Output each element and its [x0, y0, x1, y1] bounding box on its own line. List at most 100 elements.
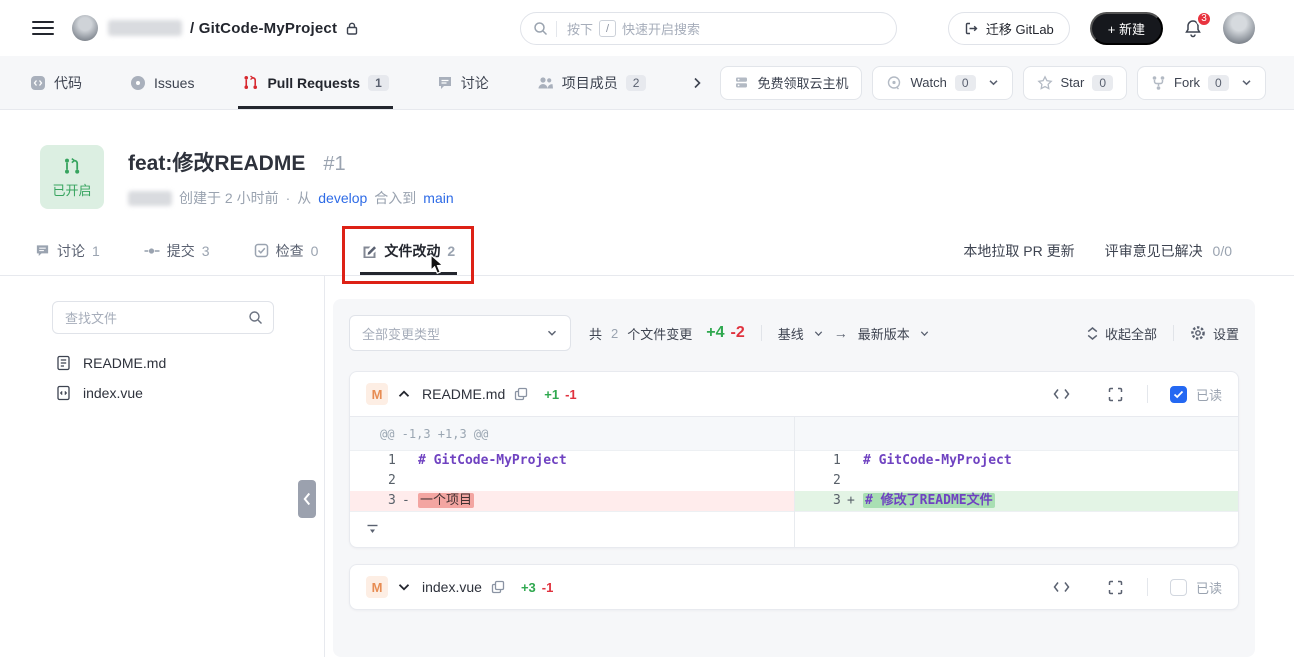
server-icon — [734, 75, 749, 90]
checkbox-unchecked-icon[interactable] — [1170, 579, 1187, 596]
diff-main-area: 全部变更类型 共2个文件变更 +4 -2 基线 — [325, 276, 1294, 657]
chat-icon — [437, 75, 453, 91]
diff-settings-button[interactable]: 设置 — [1190, 324, 1239, 343]
file-tree-item-indexvue[interactable]: index.vue — [56, 378, 324, 408]
free-cloud-host-button[interactable]: 免费领取云主机 — [720, 66, 862, 100]
check-square-icon — [254, 243, 269, 258]
search-placeholder: 按下 / 快速开启搜索 — [567, 19, 700, 38]
repo-owner-avatar[interactable] — [72, 15, 98, 41]
user-avatar[interactable] — [1223, 12, 1255, 44]
pr-tab-commits[interactable]: 提交 3 — [144, 226, 210, 275]
chevron-down-icon — [1241, 77, 1252, 88]
migrate-gitlab-button[interactable]: 迁移 GitLab — [948, 12, 1070, 45]
diff-pane-old: @@ -1,3 +1,3 @@ 1 # GitCode-MyProject 2 … — [350, 417, 794, 547]
collapse-file-chevron-up-icon[interactable] — [398, 390, 410, 398]
review-resolved-status: 评审意见已解决 0/0 — [1105, 241, 1232, 261]
change-type-filter-select[interactable]: 全部变更类型 — [349, 315, 571, 351]
file-diff-card-indexvue: M index.vue +3 -1 — [349, 564, 1239, 610]
pr-title: feat:修改README — [128, 147, 305, 177]
pr-tab-bar: 讨论 1 提交 3 检查 0 — [0, 226, 1294, 276]
sidebar-collapse-handle[interactable] — [298, 480, 316, 518]
diff-line-added: 3+ # 修改了README文件 — [795, 491, 1238, 511]
pr-header: 已开启 feat:修改README #1 创建于 2 小时前 · 从 devel… — [0, 110, 1294, 209]
fork-button[interactable]: Fork 0 — [1137, 66, 1266, 100]
watch-button[interactable]: Watch 0 — [872, 66, 1012, 100]
copy-path-icon[interactable] — [514, 387, 528, 401]
mark-read-checkbox[interactable]: 已读 — [1170, 578, 1222, 597]
pr-tab-file-changes[interactable]: 文件改动 2 — [362, 226, 455, 275]
global-search-input[interactable]: 按下 / 快速开启搜索 — [520, 12, 897, 45]
divider — [1147, 385, 1148, 403]
fullscreen-icon[interactable] — [1106, 578, 1125, 597]
tab-issues[interactable]: Issues — [126, 56, 198, 109]
file-additions: +3 — [521, 580, 536, 595]
total-deletions: -2 — [731, 324, 745, 342]
pr-tab-checks[interactable]: 检查 0 — [254, 226, 319, 275]
code-file-icon — [56, 385, 71, 401]
chevron-down-icon — [988, 77, 999, 88]
tab-members[interactable]: 项目成员 2 — [533, 56, 651, 109]
file-search-input[interactable]: 查找文件 — [52, 301, 274, 334]
watch-eye-icon — [886, 75, 902, 91]
chevron-down-icon — [546, 327, 558, 339]
pr-tab-discussion[interactable]: 讨论 1 — [35, 226, 100, 275]
diff-line: 2 — [350, 471, 794, 491]
checkbox-checked-icon[interactable] — [1170, 386, 1187, 403]
tab-pull-requests[interactable]: Pull Requests 1 — [238, 56, 392, 109]
expand-file-chevron-down-icon[interactable] — [398, 583, 410, 591]
tab-code[interactable]: 代码 — [26, 56, 86, 109]
breadcrumb-repo-name[interactable]: / GitCode-MyProject — [190, 20, 337, 37]
view-source-code-icon[interactable] — [1051, 386, 1072, 402]
commit-icon — [144, 244, 160, 258]
collapse-vertical-icon — [1087, 327, 1098, 340]
expand-lines-down-icon[interactable] — [364, 522, 381, 538]
search-divider — [556, 21, 557, 37]
menu-icon[interactable] — [32, 21, 54, 35]
file-name[interactable]: index.vue — [422, 579, 482, 595]
new-button[interactable]: + 新建 — [1090, 12, 1163, 45]
notifications-bell-icon[interactable]: 3 — [1183, 18, 1203, 39]
tabs-overflow-chevron-icon[interactable] — [690, 56, 704, 109]
redacted-username — [108, 20, 182, 36]
members-count-badge: 2 — [626, 75, 647, 91]
pull-request-open-icon — [62, 156, 82, 176]
diff-expand-row — [350, 511, 794, 547]
file-deletions: -1 — [565, 387, 577, 402]
collapse-all-button[interactable]: 收起全部 — [1087, 324, 1157, 343]
lock-icon — [345, 21, 359, 36]
star-button[interactable]: Star 0 — [1023, 66, 1128, 100]
watch-count-badge: 0 — [955, 75, 976, 91]
fullscreen-icon[interactable] — [1106, 385, 1125, 404]
file-tree-sidebar: 查找文件 README.md — [0, 276, 325, 657]
pull-pr-locally-link[interactable]: 本地拉取 PR 更新 — [963, 241, 1074, 261]
copy-path-icon[interactable] — [491, 580, 505, 594]
diff-line: 1 # GitCode-MyProject — [350, 451, 794, 471]
mark-read-checkbox[interactable]: 已读 — [1170, 385, 1222, 404]
diff-expand-row — [795, 511, 1238, 547]
pull-request-icon — [242, 74, 259, 91]
star-count-badge: 0 — [1092, 75, 1113, 91]
total-additions: +4 — [706, 324, 724, 342]
file-additions: +1 — [544, 387, 559, 402]
fork-count-badge: 0 — [1208, 75, 1229, 91]
latest-version-select[interactable]: 最新版本 — [858, 324, 930, 343]
divider — [1147, 578, 1148, 596]
tab-discussion[interactable]: 讨论 — [433, 56, 493, 109]
file-tree-item-readme[interactable]: README.md — [56, 348, 324, 378]
source-branch-link[interactable]: develop — [318, 190, 367, 206]
import-icon — [964, 21, 979, 36]
file-name[interactable]: README.md — [422, 386, 505, 402]
split-diff-view: @@ -1,3 +1,3 @@ 1 # GitCode-MyProject 2 … — [350, 416, 1238, 547]
gitcode-pr-page: / GitCode-MyProject 按下 / 快速开启搜索 — [0, 0, 1294, 672]
view-source-code-icon[interactable] — [1051, 579, 1072, 595]
base-version-select[interactable]: 基线 — [778, 324, 824, 343]
diff-panel: 全部变更类型 共2个文件变更 +4 -2 基线 — [333, 299, 1255, 657]
divider — [1173, 325, 1174, 341]
pull-requests-count-badge: 1 — [368, 75, 389, 91]
diff-line: 2 — [795, 471, 1238, 491]
divider — [761, 325, 762, 341]
document-icon — [56, 355, 71, 371]
slash-key-icon: / — [599, 20, 616, 37]
top-navbar: / GitCode-MyProject 按下 / 快速开启搜索 — [0, 0, 1294, 56]
target-branch-link[interactable]: main — [423, 190, 453, 206]
